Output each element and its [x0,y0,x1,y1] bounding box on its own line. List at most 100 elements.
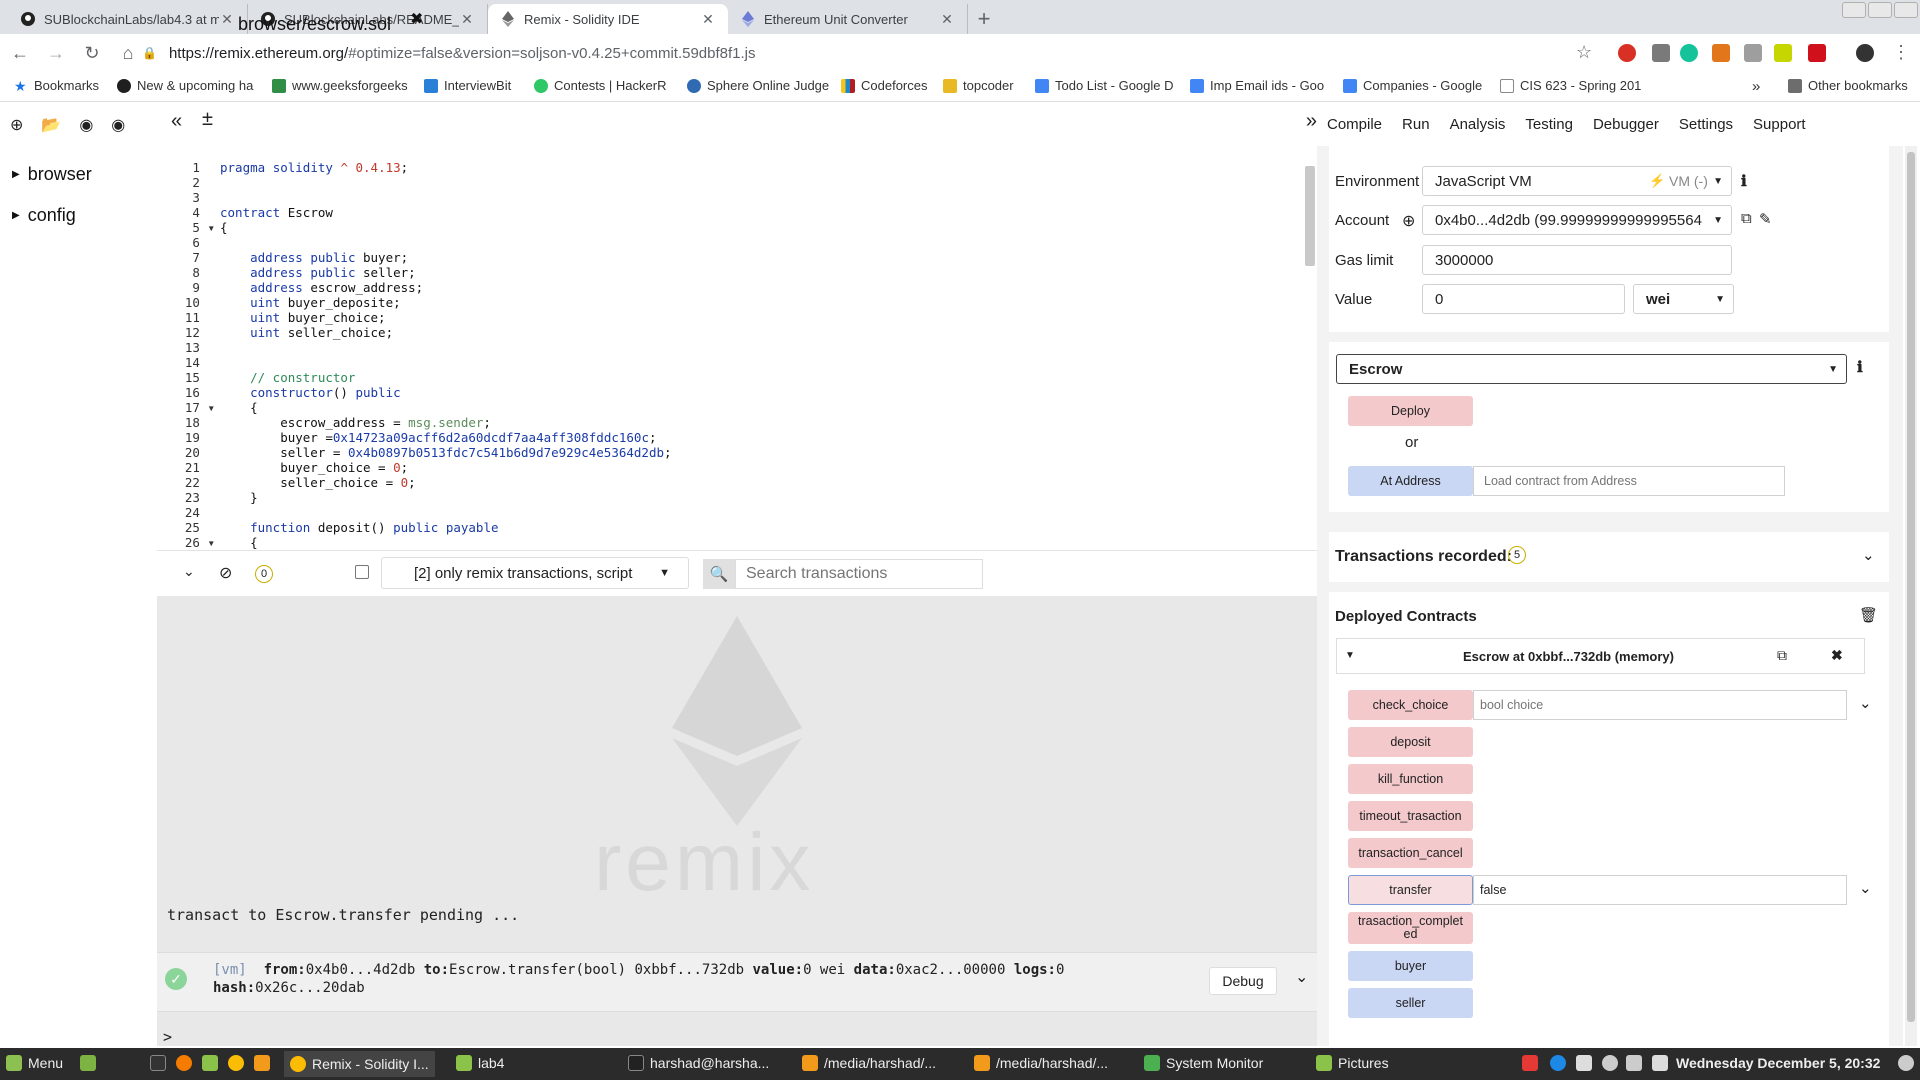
tab-run[interactable]: Run [1402,116,1430,133]
bookmark-item[interactable]: New & upcoming ha [117,78,253,93]
debug-button[interactable]: Debug [1209,967,1277,995]
shield-icon[interactable] [1522,1055,1544,1071]
tab-analysis[interactable]: Analysis [1450,116,1506,133]
chevron-down-icon[interactable]: ⌄ [1859,879,1872,897]
extension-icon[interactable] [1774,44,1792,62]
close-icon[interactable]: ✕ [700,11,716,28]
clear-console-icon[interactable]: ⊘ [219,563,232,583]
bookmark-star-icon[interactable]: ☆ [1576,42,1592,63]
bookmark-item[interactable]: Sphere Online Judge [687,78,829,93]
trash-icon[interactable]: 🗑 [1859,606,1878,624]
code-line[interactable]: buyer_choice = 0; [220,460,672,475]
show-desktop-icon[interactable] [80,1055,102,1071]
function-button-buyer[interactable]: buyer [1348,951,1473,981]
start-menu-button[interactable]: Menu [6,1055,63,1071]
code-line[interactable]: { [220,400,672,415]
info-icon[interactable]: ℹ [1741,172,1747,190]
github-icon[interactable]: ◉ [111,115,125,135]
reload-icon[interactable]: ↻ [76,37,108,69]
account-select[interactable]: 0x4b0...4d2db (99.99999999999995564 ▼ [1422,205,1732,235]
load-address-input[interactable] [1473,466,1785,496]
browser-tab-active[interactable]: Remix - Solidity IDE ✕ [488,4,728,34]
browser-tab[interactable]: Ethereum Unit Converter ✕ [728,4,968,34]
edit-icon[interactable]: ✎ [1759,210,1772,228]
copy-icon[interactable]: ⧉ [1741,210,1752,227]
code-line[interactable]: constructor() public [220,385,672,400]
keyboard-icon[interactable] [1576,1055,1598,1071]
minimize-button[interactable] [1842,2,1866,18]
window-close-button[interactable] [1894,2,1918,18]
function-button-kill-function[interactable]: kill_function [1348,764,1473,794]
collapse-right-icon[interactable]: » [1306,110,1317,133]
taskbar-item[interactable]: /media/harshad/... [974,1055,1108,1071]
tx-log-entry[interactable]: ✓ [vm] from:0x4b0...4d2db to:Escrow.tran… [157,952,1317,1012]
contract-instance-header[interactable]: ▼ Escrow at 0xbbf...732db (memory) ⧉ ✖ [1336,638,1865,674]
avatar[interactable] [1856,44,1874,62]
editor-scrollbar[interactable] [1305,166,1315,266]
tree-item-browser[interactable]: ▶ browser [12,164,92,185]
tab-debugger[interactable]: Debugger [1593,116,1659,133]
back-arrow-icon[interactable]: ← [4,37,36,69]
code-line[interactable]: buyer =0x14723a09acff6d2a60dcdf7aa4aff30… [220,430,672,445]
code-line[interactable]: { [220,220,672,235]
terminal-launcher-icon[interactable] [150,1055,172,1071]
code-line[interactable]: uint seller_choice; [220,325,672,340]
files-launcher-icon[interactable] [202,1055,224,1071]
code-line[interactable]: pragma solidity ^ 0.4.13; [220,160,672,175]
function-button-seller[interactable]: seller [1348,988,1473,1018]
tx-filter-dropdown[interactable]: [2] only remix transactions, script ▼ [381,557,689,589]
collapse-left-icon[interactable]: « [171,110,182,133]
tab-compile[interactable]: Compile [1327,116,1382,133]
code-line[interactable]: address public buyer; [220,250,672,265]
new-tab-button[interactable]: + [968,4,1000,34]
bookmark-item[interactable]: www.geeksforgeeks [272,78,408,93]
browser-tab[interactable]: SUBlockchainLabs/lab4.3 at ma ✕ [8,4,248,34]
code-line[interactable]: contract Escrow [220,205,672,220]
taskbar-item[interactable]: /media/harshad/... [802,1055,936,1071]
close-icon[interactable]: ✖ [410,9,423,29]
copy-icon[interactable]: ⧉ [1777,647,1787,664]
extension-icon[interactable] [1808,44,1826,62]
code-line[interactable] [220,355,672,370]
code-line[interactable]: address public seller; [220,265,672,280]
listen-checkbox[interactable] [355,565,369,579]
at-address-button[interactable]: At Address [1348,466,1473,496]
taskbar-item[interactable]: Pictures [1316,1055,1389,1071]
taskbar-item[interactable]: Remix - Solidity I... [284,1051,435,1077]
clock[interactable]: Wednesday December 5, 20:32 [1676,1055,1880,1071]
function-button-trasaction-completed[interactable]: trasaction_complet ed [1348,912,1473,944]
close-icon[interactable]: ✕ [939,11,955,28]
bookmark-item[interactable]: Other bookmarks [1788,78,1908,93]
terminal[interactable]: remix transact to Escrow.transfer pendin… [157,596,1317,1046]
contract-select[interactable]: Escrow ▼ [1336,354,1847,384]
close-icon[interactable]: ✖ [1831,647,1843,664]
bookmark-item[interactable]: Companies - Google [1343,78,1482,93]
code-line[interactable] [220,175,672,190]
code-content[interactable]: pragma solidity ^ 0.4.13; contract Escro… [220,160,672,550]
search-transactions-input[interactable] [735,559,983,589]
firefox-launcher-icon[interactable] [176,1055,198,1071]
transfer-arg-input[interactable]: false [1473,875,1847,905]
code-line[interactable] [220,505,672,520]
calendar-icon[interactable] [1652,1055,1674,1071]
adblock-icon[interactable] [1618,44,1636,62]
function-button-transaction-cancel[interactable]: transaction_cancel [1348,838,1473,868]
sublime-launcher-icon[interactable] [254,1055,276,1071]
function-button-timeout-trasaction[interactable]: timeout_trasaction [1348,801,1473,831]
metamask-icon[interactable] [1712,44,1730,62]
code-line[interactable]: escrow_address = msg.sender; [220,415,672,430]
code-line[interactable]: // constructor [220,370,672,385]
taskbar-item[interactable]: lab4 [456,1055,504,1071]
bookmark-item[interactable]: Imp Email ids - Goo [1190,78,1324,93]
chrome-launcher-icon[interactable] [228,1055,250,1071]
tab-testing[interactable]: Testing [1525,116,1573,133]
code-line[interactable] [220,235,672,250]
bookmark-item[interactable]: Contests | HackerR [534,78,666,93]
expand-editor-icon[interactable]: ± [202,108,213,131]
wifi-icon[interactable] [1626,1055,1648,1071]
close-icon[interactable]: ✕ [219,11,235,28]
bookmark-item[interactable]: CIS 623 - Spring 201 [1500,78,1641,93]
code-line[interactable]: address escrow_address; [220,280,672,295]
function-button-transfer[interactable]: transfer [1348,875,1473,905]
collapse-terminal-icon[interactable]: ⌄ [183,563,195,580]
